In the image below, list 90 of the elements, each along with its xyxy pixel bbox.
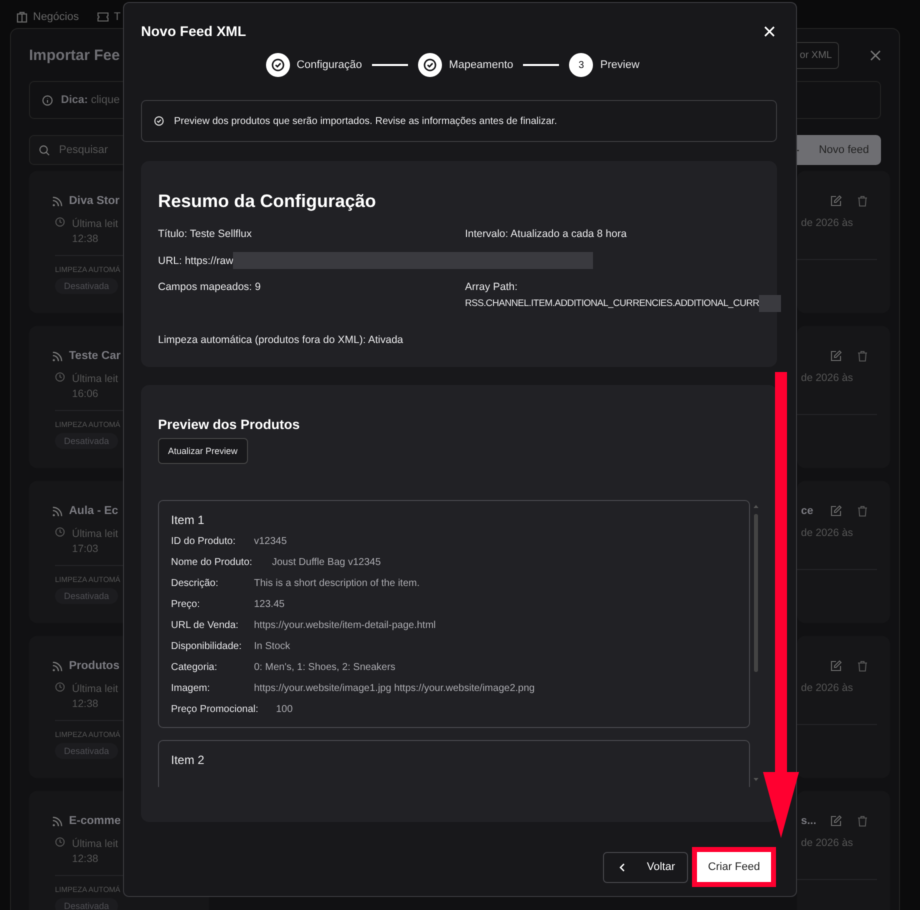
rss-icon	[52, 506, 63, 516]
last-read-date: de 2026 às	[800, 682, 853, 694]
modal-title: Novo Feed XML	[141, 23, 246, 39]
summary-field: RSS.CHANNEL.ITEM.ADDITIONAL_CURRENCIES.ADDITIONAL_CURR	[465, 298, 760, 309]
clock-icon	[55, 217, 65, 227]
rss-icon	[52, 196, 63, 206]
field-value: 100	[276, 703, 293, 717]
field-value: In Stock	[254, 640, 290, 654]
field-value: Joust Duffle Bag v12345	[272, 556, 381, 570]
refresh-preview-button[interactable]: Atualizar Preview	[158, 438, 248, 464]
field-value: https://your.website/image1.jpg https://your.website/image2.png	[254, 682, 535, 696]
item-title: Item 2	[171, 753, 206, 767]
trash-icon[interactable]	[857, 195, 868, 207]
field-value: v12345	[254, 535, 287, 549]
step-label: Configuração	[296, 59, 362, 71]
trash-icon[interactable]	[857, 815, 868, 827]
clock-icon	[55, 837, 65, 847]
item-title: Item 1	[171, 513, 206, 527]
field-label: URL de Venda:	[171, 619, 240, 633]
feed-title: E-comme	[69, 815, 121, 827]
last-read-time: 12:38	[72, 697, 100, 712]
summary-field: Campos mapeados: 9	[158, 281, 261, 293]
feed-title: s...	[801, 815, 816, 827]
step-label: Preview	[600, 59, 640, 71]
step-label: Mapeamento	[449, 59, 514, 71]
field-value: 0: Men's, 1: Shoes, 2: Sneakers	[254, 661, 396, 675]
last-read-label: Última leit	[72, 372, 118, 387]
last-read-date: de 2026 às	[800, 837, 853, 849]
feed-title: Produtos	[69, 660, 120, 672]
tip-text: Dica: clique	[61, 94, 120, 106]
last-read-time: 17:03	[72, 542, 100, 557]
rss-icon	[52, 816, 63, 826]
trash-icon[interactable]	[857, 505, 868, 517]
building-icon	[16, 10, 28, 22]
last-read-time: 12:38	[72, 852, 100, 867]
last-read-label: Última leit	[72, 837, 118, 852]
clock-icon	[55, 372, 65, 382]
panel-title: Importar Fee	[29, 46, 120, 64]
feed-title: Teste Car	[69, 350, 121, 362]
last-read-label: Última leit	[72, 217, 118, 232]
feed-title: Diva Stor	[69, 195, 120, 207]
field-label: Disponibilidade:	[171, 640, 243, 654]
summary-field: Título: Teste Sellflux	[158, 228, 252, 240]
search-icon	[39, 145, 50, 156]
step-number: 3	[569, 53, 594, 77]
last-read-date: de 2026 às	[800, 372, 853, 384]
summary-field: Intervalo: Atualizado a cada 8 hora	[465, 228, 627, 240]
info-icon	[42, 94, 53, 106]
feed-title: ce	[801, 505, 814, 517]
rss-icon	[52, 350, 63, 362]
field-value: 123.45	[254, 598, 285, 612]
back-button[interactable]: Voltar	[602, 852, 688, 882]
check-circle-icon	[154, 116, 164, 126]
clock-icon	[55, 682, 65, 692]
last-read-time: 16:06	[72, 387, 100, 402]
last-read-date: de 2026 às	[800, 527, 853, 539]
field-label: Imagem:	[171, 682, 211, 696]
edit-icon[interactable]	[830, 350, 842, 362]
edit-icon[interactable]	[830, 195, 842, 207]
field-label: Preço:	[171, 598, 201, 612]
summary-field: Limpeza automática (produtos fora do XML): Ativada	[158, 334, 404, 346]
field-value: https://your.website/item-detail-page.html	[254, 619, 436, 633]
step-connector	[372, 64, 408, 66]
ticket-icon	[96, 12, 109, 22]
step-connector	[523, 64, 560, 66]
create-feed-button[interactable]: Criar Feed	[697, 852, 771, 882]
info-text: Preview dos produtos que serão importados. Revise as informações antes de finalizar.	[174, 116, 557, 126]
field-label: Preço Promocional:	[171, 703, 260, 717]
chevron-left-icon	[618, 862, 625, 872]
summary-title: Resumo da Configuração	[158, 191, 378, 212]
last-read-label: Última leit	[72, 682, 118, 697]
edit-icon[interactable]	[830, 815, 842, 827]
summary-field: URL: https://raw	[158, 254, 234, 266]
trash-icon[interactable]	[857, 350, 868, 362]
clock-icon	[55, 527, 65, 537]
field-label: Descrição:	[171, 577, 220, 591]
last-read-date: de 2026 às	[800, 217, 853, 229]
field-value: This is a short description of the item.	[254, 577, 420, 591]
edit-icon[interactable]	[830, 660, 842, 672]
last-read-label: Última leit	[72, 527, 118, 542]
last-read-time: 12:38	[72, 232, 100, 247]
field-label: ID do Produto:	[171, 535, 236, 549]
trash-icon[interactable]	[857, 660, 868, 672]
field-label: Categoria:	[171, 661, 218, 675]
feed-title: Aula - Ec	[69, 505, 118, 517]
edit-icon[interactable]	[830, 505, 842, 517]
rss-icon	[52, 660, 63, 672]
preview-title: Preview dos Produtos	[158, 417, 300, 432]
field-label: Nome do Produto:	[171, 556, 254, 570]
field-label: Array Path:	[465, 281, 519, 293]
